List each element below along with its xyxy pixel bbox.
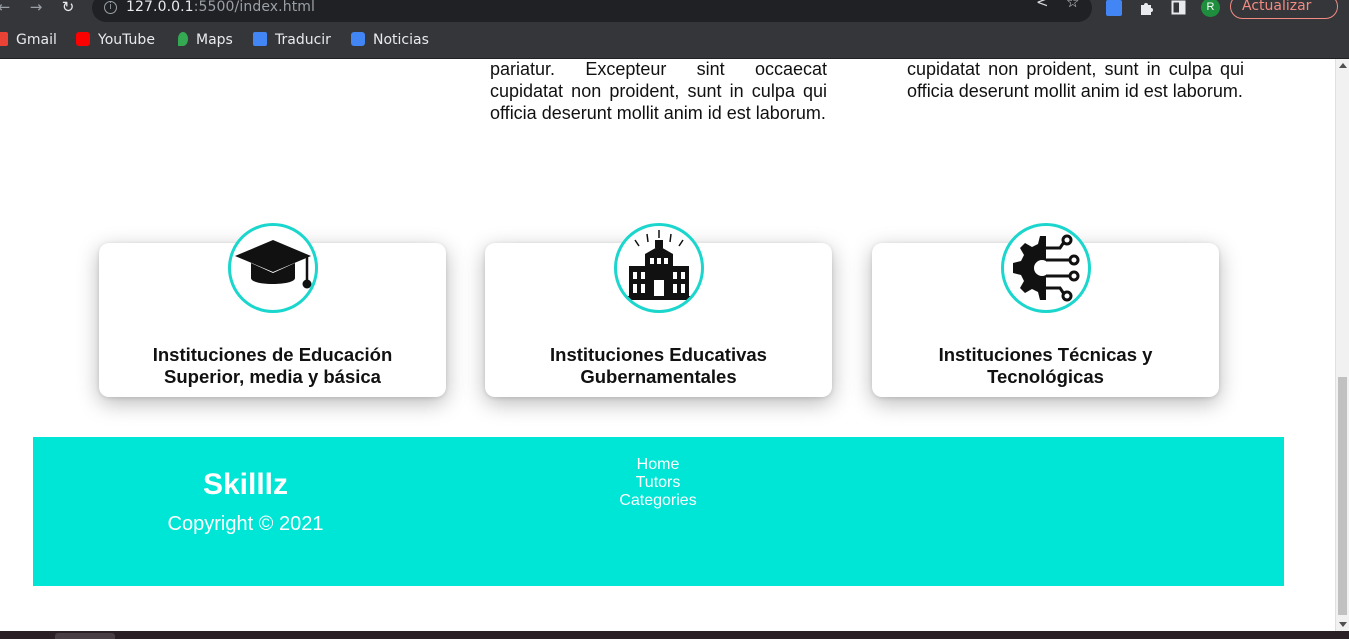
reload-icon[interactable]: ↻ xyxy=(59,0,77,18)
card-title: Instituciones Educativas Gubernamentales xyxy=(550,344,767,387)
address-url[interactable]: 127.0.0.1:5500/index.html xyxy=(126,0,315,15)
share-icon[interactable]: < xyxy=(1036,0,1049,10)
card-icon-circle xyxy=(1000,223,1091,313)
bookmark-label: Gmail xyxy=(16,32,57,48)
news-icon xyxy=(351,32,365,46)
bookmark-translate[interactable]: Traducir xyxy=(253,32,331,50)
card-title: Instituciones de Educación Superior, med… xyxy=(152,344,393,387)
taskbar-item[interactable] xyxy=(55,633,115,639)
url-host: 127.0.0.1 xyxy=(126,0,194,15)
card-icon-circle xyxy=(227,223,318,313)
site-info-icon[interactable]: i xyxy=(104,1,117,14)
tech-gear-circuit-icon xyxy=(1012,234,1079,302)
lorem-paragraph-middle: pariatur. Excepteur sint occaecat cupida… xyxy=(490,59,827,123)
forward-arrow-icon[interactable]: → xyxy=(27,0,45,18)
back-arrow-icon[interactable]: ← xyxy=(0,0,13,18)
maps-icon xyxy=(178,32,188,46)
update-browser-button[interactable]: Actualizar xyxy=(1230,0,1338,19)
translate-icon xyxy=(253,32,267,46)
scrollbar-thumb[interactable] xyxy=(1338,377,1347,615)
gmail-icon xyxy=(0,32,8,46)
bookmark-youtube[interactable]: YouTube xyxy=(76,32,155,50)
card-title: Instituciones Técnicas y Tecnológicas xyxy=(938,344,1153,387)
youtube-icon xyxy=(76,32,90,46)
footer-link-tutors[interactable]: Tutors xyxy=(558,474,758,492)
bookmark-gmail[interactable]: Gmail xyxy=(0,32,57,50)
category-card-higher-education[interactable]: Instituciones de Educación Superior, med… xyxy=(99,223,446,397)
card-icon-circle xyxy=(613,223,704,313)
bookmark-star-icon[interactable]: ☆ xyxy=(1066,0,1079,10)
lorem-paragraph-right: cupidatat non proident, sunt in culpa qu… xyxy=(907,59,1244,101)
bookmarks-bar: Gmail YouTube Maps Traducir Noticias xyxy=(0,23,1349,59)
extensions-puzzle-icon[interactable] xyxy=(1139,0,1155,16)
profile-avatar[interactable]: R xyxy=(1201,0,1220,17)
page-viewport: pariatur. Excepteur sint occaecat cupida… xyxy=(0,59,1335,631)
bookmark-label: Maps xyxy=(196,32,233,48)
footer-link-categories[interactable]: Categories xyxy=(558,492,758,510)
side-panel-icon[interactable] xyxy=(1171,0,1187,16)
page-scrollbar[interactable] xyxy=(1335,59,1349,631)
os-taskbar xyxy=(0,631,1349,639)
scroll-up-arrow-icon[interactable] xyxy=(1339,63,1347,68)
bookmark-label: Noticias xyxy=(373,32,429,48)
bookmark-label: Traducir xyxy=(275,32,331,48)
site-footer: Skilllz Copyright © 2021 Home Tutors Cat… xyxy=(33,437,1284,586)
bookmark-label: YouTube xyxy=(98,32,155,48)
bookmark-maps[interactable]: Maps xyxy=(178,32,233,50)
footer-brand: Skilllz xyxy=(202,468,289,501)
scroll-down-arrow-icon[interactable] xyxy=(1339,622,1347,627)
category-card-government[interactable]: Instituciones Educativas Gubernamentales xyxy=(485,223,832,397)
browser-toolbar: ← → ↻ i 127.0.0.1:5500/index.html < ☆ R … xyxy=(0,0,1349,23)
translate-extension-icon[interactable] xyxy=(1106,0,1122,16)
address-bar[interactable]: i 127.0.0.1:5500/index.html < ☆ xyxy=(92,0,1092,22)
bookmark-news[interactable]: Noticias xyxy=(351,32,429,50)
government-building-icon xyxy=(622,230,695,300)
footer-copyright: Copyright © 2021 xyxy=(167,513,324,535)
url-path: :5500/index.html xyxy=(193,0,316,15)
category-card-technical[interactable]: Instituciones Técnicas y Tecnológicas xyxy=(872,223,1219,397)
footer-nav: Home Tutors Categories xyxy=(558,456,758,510)
graduation-cap-icon xyxy=(234,240,311,289)
footer-link-home[interactable]: Home xyxy=(558,456,758,474)
